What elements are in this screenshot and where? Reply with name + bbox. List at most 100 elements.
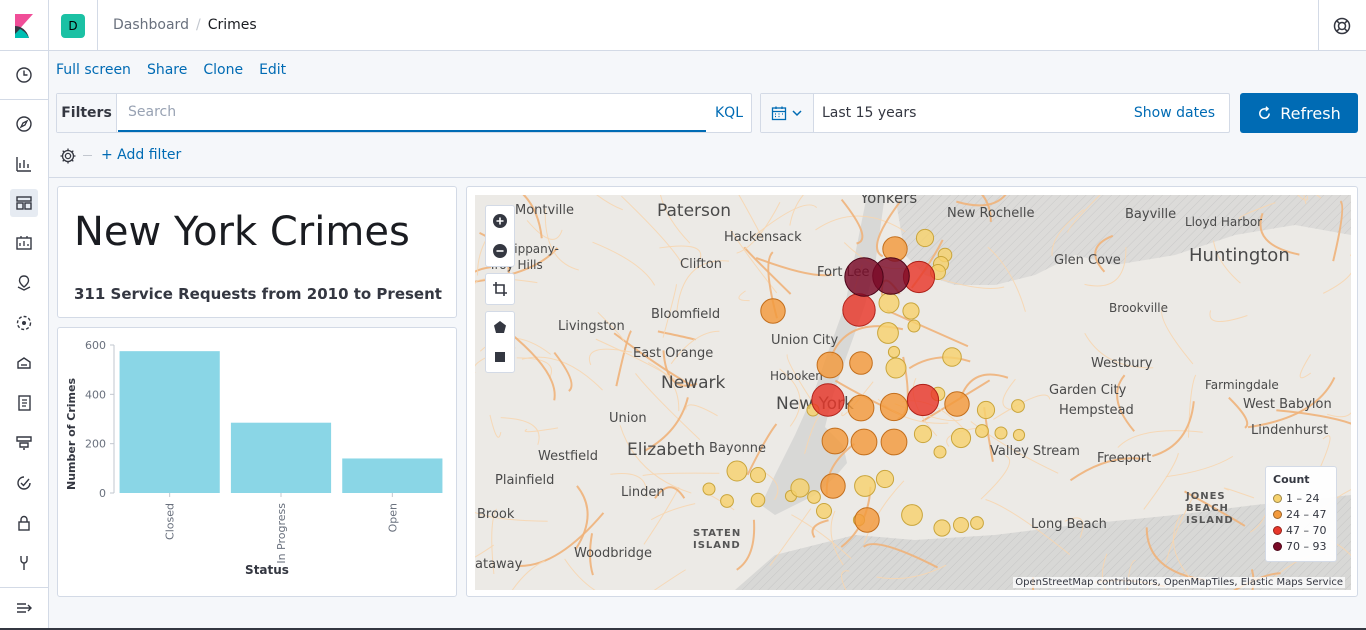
nav-canvas[interactable]: [10, 229, 38, 257]
chart-icon: [16, 157, 31, 172]
nav-siem[interactable]: [10, 509, 38, 537]
nav-visualize[interactable]: [10, 150, 38, 178]
nav-apm[interactable]: [10, 429, 38, 457]
kibana-logo[interactable]: [0, 0, 49, 51]
fit-controls: [485, 273, 515, 305]
map-panel: Paterson Montville Yonkers New Rochelle Bayv…: [466, 186, 1358, 597]
time-range-text[interactable]: Last 15 years: [822, 105, 916, 121]
nav-discover[interactable]: [10, 110, 38, 138]
nav-uptime[interactable]: [10, 469, 38, 497]
map-tools: [485, 205, 515, 373]
map-point[interactable]: [950, 427, 972, 449]
map-point[interactable]: [942, 347, 962, 367]
map-point[interactable]: [902, 302, 920, 320]
nav-ml[interactable]: [10, 309, 38, 337]
map-point[interactable]: [820, 473, 846, 499]
map-point[interactable]: [816, 351, 844, 379]
refresh-button[interactable]: Refresh: [1240, 93, 1358, 133]
map-point[interactable]: [790, 478, 810, 498]
map-point[interactable]: [933, 445, 947, 459]
dashboard-icon: [16, 196, 32, 210]
map-canvas[interactable]: Paterson Montville Yonkers New Rochelle Bayv…: [475, 195, 1351, 590]
fit-to-data-button[interactable]: [486, 274, 514, 304]
bar-closed[interactable]: [119, 351, 220, 493]
zoom-controls: [485, 205, 515, 267]
map-point[interactable]: [811, 383, 845, 417]
map-point[interactable]: [750, 467, 766, 483]
y-axis-title: Number of Crimes: [65, 378, 78, 490]
map-attribution[interactable]: OpenStreetMap contributors, OpenMapTiles…: [1013, 577, 1345, 588]
map-point[interactable]: [970, 516, 984, 530]
bar-open[interactable]: [342, 458, 443, 493]
bar-in-progress[interactable]: [230, 422, 332, 493]
full-screen-link[interactable]: Full screen: [56, 62, 131, 78]
bar-chart[interactable]: 0 200 400 600 Closed In Progress Open Status Num…: [58, 328, 456, 596]
y-tick-label: 600: [85, 339, 106, 352]
map-point[interactable]: [750, 492, 766, 508]
legend-label: 24 – 47: [1286, 507, 1327, 521]
map-point[interactable]: [1012, 428, 1026, 442]
edit-link[interactable]: Edit: [259, 62, 286, 78]
search-input[interactable]: [118, 94, 706, 132]
map-point[interactable]: [844, 257, 884, 297]
nav-dev-tools[interactable]: [10, 549, 38, 577]
map-point[interactable]: [975, 424, 989, 438]
map-point[interactable]: [847, 394, 875, 422]
map-point[interactable]: [854, 475, 876, 497]
map-point[interactable]: [842, 293, 876, 327]
share-link[interactable]: Share: [147, 62, 187, 78]
nav-collapse[interactable]: [10, 594, 38, 622]
map-point[interactable]: [994, 426, 1008, 440]
map-point[interactable]: [976, 400, 996, 420]
nav-infrastructure[interactable]: [10, 349, 38, 377]
show-dates-link[interactable]: Show dates: [1134, 105, 1215, 121]
map-point[interactable]: [877, 322, 899, 344]
breadcrumb-dashboard[interactable]: Dashboard: [113, 17, 189, 33]
nav-dashboard[interactable]: [10, 189, 38, 217]
map-point[interactable]: [882, 236, 908, 262]
map-point[interactable]: [907, 319, 921, 333]
map-point[interactable]: [702, 482, 716, 496]
nav-recent[interactable]: [10, 61, 38, 89]
filter-settings-icon[interactable]: [59, 147, 77, 165]
map-point[interactable]: [849, 351, 873, 375]
kql-toggle[interactable]: KQL: [715, 105, 743, 121]
map-point[interactable]: [879, 392, 909, 422]
query-bar: Filters KQL: [56, 93, 752, 133]
map-point[interactable]: [887, 345, 901, 359]
help-icon[interactable]: [1332, 16, 1352, 36]
map-point[interactable]: [944, 391, 970, 417]
draw-rectangle-button[interactable]: [486, 342, 514, 372]
wrench-icon: [20, 556, 28, 570]
quick-select-button[interactable]: [761, 94, 814, 132]
map-point[interactable]: [880, 428, 908, 456]
zoom-out-button[interactable]: [486, 236, 514, 266]
lock-icon: [18, 515, 30, 531]
map-point[interactable]: [821, 427, 849, 455]
map-point[interactable]: [854, 507, 880, 533]
map-point[interactable]: [906, 383, 940, 417]
breadcrumb-separator: /: [195, 17, 201, 33]
map-point[interactable]: [1011, 399, 1025, 413]
add-filter-button[interactable]: + Add filter: [101, 147, 181, 163]
map-point[interactable]: [933, 519, 951, 537]
map-point[interactable]: [913, 424, 933, 444]
map-point[interactable]: [807, 490, 821, 504]
map-point[interactable]: [850, 428, 878, 456]
map-point[interactable]: [726, 460, 748, 482]
map-point[interactable]: [875, 469, 895, 489]
map-point[interactable]: [953, 517, 969, 533]
map-point[interactable]: [816, 503, 832, 519]
map-point[interactable]: [915, 228, 935, 248]
map-point[interactable]: [901, 504, 923, 526]
nav-maps[interactable]: [10, 269, 38, 297]
map-point[interactable]: [760, 298, 786, 324]
nav-logs[interactable]: [10, 389, 38, 417]
zoom-in-button[interactable]: [486, 206, 514, 236]
space-avatar[interactable]: D: [61, 14, 85, 38]
map-point[interactable]: [878, 292, 900, 314]
draw-polygon-button[interactable]: [486, 312, 514, 342]
clone-link[interactable]: Clone: [203, 62, 243, 78]
map-point[interactable]: [885, 357, 907, 379]
map-point[interactable]: [720, 494, 734, 508]
